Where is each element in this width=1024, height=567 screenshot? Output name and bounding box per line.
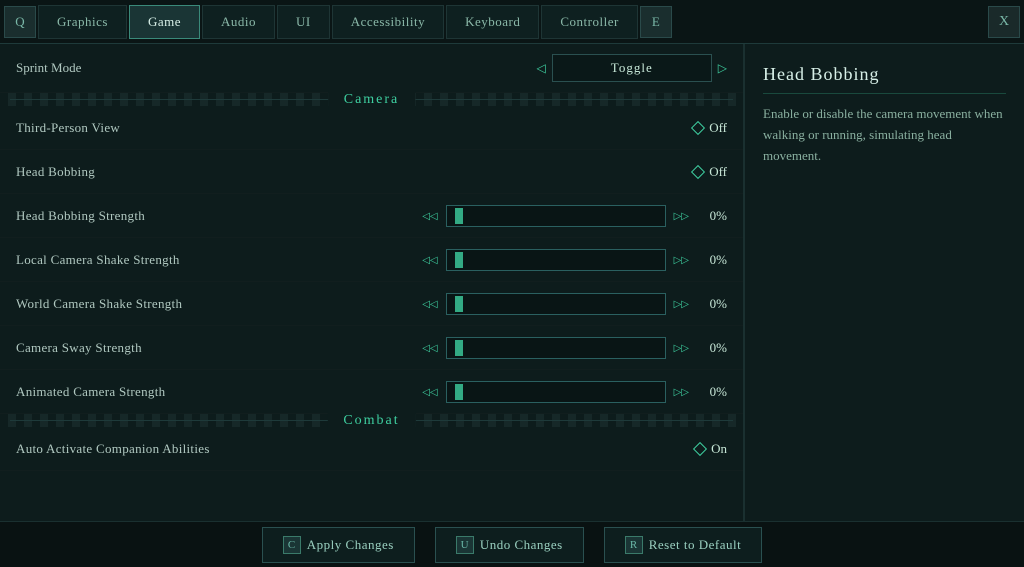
local-camera-shake-label: Local Camera Shake Strength <box>16 252 422 268</box>
slider-right-icon[interactable] <box>674 208 689 224</box>
section-line-right <box>372 99 734 100</box>
apply-key: C <box>283 536 301 554</box>
tab-graphics[interactable]: Graphics <box>38 5 127 39</box>
slider-thumb <box>455 384 463 400</box>
undo-changes-button[interactable]: U Undo Changes <box>435 527 584 563</box>
sprint-mode-row: Sprint Mode Toggle <box>0 44 743 93</box>
slider-track[interactable] <box>446 293 666 315</box>
local-camera-shake-control[interactable]: 0% <box>422 249 727 271</box>
section-line-left <box>10 99 372 100</box>
slider-right-icon[interactable] <box>674 384 689 400</box>
help-title: Head Bobbing <box>763 64 1006 94</box>
apply-changes-button[interactable]: C Apply Changes <box>262 527 415 563</box>
sprint-mode-label: Sprint Mode <box>16 60 537 76</box>
reset-default-button[interactable]: R Reset to Default <box>604 527 762 563</box>
slider-value: 0% <box>697 340 727 356</box>
slider-track[interactable] <box>446 205 666 227</box>
bottom-bar: C Apply Changes U Undo Changes R Reset t… <box>0 521 1024 567</box>
slider-value: 0% <box>697 384 727 400</box>
sprint-prev-icon[interactable] <box>537 61 546 76</box>
sprint-mode-control[interactable]: Toggle <box>537 54 727 82</box>
slider-left-icon[interactable] <box>422 252 437 268</box>
auto-activate-label: Auto Activate Companion Abilities <box>16 441 695 457</box>
slider-left-icon[interactable] <box>422 208 437 224</box>
apply-label: Apply Changes <box>307 537 394 553</box>
settings-panel: Sprint Mode Toggle Camera Third-Person V… <box>0 44 744 521</box>
sprint-value: Toggle <box>552 54 712 82</box>
help-description: Enable or disable the camera movement wh… <box>763 104 1006 166</box>
head-bobbing-control[interactable]: Off <box>693 164 727 180</box>
slider-value: 0% <box>697 208 727 224</box>
head-bobbing-value: Off <box>709 164 727 180</box>
slider-left-icon[interactable] <box>422 384 437 400</box>
slider-left-icon[interactable] <box>422 296 437 312</box>
head-bobbing-strength-control[interactable]: 0% <box>422 205 727 227</box>
animated-camera-control[interactable]: 0% <box>422 381 727 403</box>
head-bobbing-strength-row: Head Bobbing Strength 0% <box>0 194 743 238</box>
head-bobbing-label: Head Bobbing <box>16 164 693 180</box>
sprint-next-icon[interactable] <box>718 61 727 76</box>
animated-camera-row: Animated Camera Strength 0% <box>0 370 743 414</box>
undo-key: U <box>456 536 474 554</box>
head-bobbing-diamond-icon <box>691 164 705 178</box>
tab-keyboard[interactable]: Keyboard <box>446 5 539 39</box>
undo-label: Undo Changes <box>480 537 563 553</box>
nav-left-key[interactable]: Q <box>4 6 36 38</box>
tab-ui[interactable]: UI <box>277 5 330 39</box>
slider-left-icon[interactable] <box>422 340 437 356</box>
auto-activate-control[interactable]: On <box>695 441 727 457</box>
slider-thumb <box>455 296 463 312</box>
main-area: Sprint Mode Toggle Camera Third-Person V… <box>0 44 1024 521</box>
world-camera-shake-row: World Camera Shake Strength 0% <box>0 282 743 326</box>
slider-value: 0% <box>697 252 727 268</box>
help-panel: Head Bobbing Enable or disable the camer… <box>744 44 1024 521</box>
slider-track[interactable] <box>446 381 666 403</box>
section-line-right <box>372 420 734 421</box>
head-bobbing-row: Head Bobbing Off <box>0 150 743 194</box>
tab-accessibility[interactable]: Accessibility <box>332 5 444 39</box>
top-nav: Q Graphics Game Audio UI Accessibility K… <box>0 0 1024 44</box>
world-camera-shake-label: World Camera Shake Strength <box>16 296 422 312</box>
slider-right-icon[interactable] <box>674 340 689 356</box>
animated-camera-label: Animated Camera Strength <box>16 384 422 400</box>
slider-track[interactable] <box>446 337 666 359</box>
tab-audio[interactable]: Audio <box>202 5 275 39</box>
slider-right-icon[interactable] <box>674 296 689 312</box>
auto-activate-row: Auto Activate Companion Abilities On <box>0 427 743 471</box>
head-bobbing-strength-label: Head Bobbing Strength <box>16 208 422 224</box>
third-person-row: Third-Person View Off <box>0 106 743 150</box>
close-button[interactable]: X <box>988 6 1020 38</box>
camera-sway-label: Camera Sway Strength <box>16 340 422 356</box>
slider-thumb <box>455 340 463 356</box>
third-person-control[interactable]: Off <box>693 120 727 136</box>
third-person-value: Off <box>709 120 727 136</box>
nav-right-key[interactable]: E <box>640 6 672 38</box>
third-person-diamond-icon <box>691 120 705 134</box>
reset-key: R <box>625 536 643 554</box>
local-camera-shake-row: Local Camera Shake Strength 0% <box>0 238 743 282</box>
camera-section-header: Camera <box>0 93 743 106</box>
combat-section-header: Combat <box>0 414 743 427</box>
combat-section-label: Combat <box>327 411 415 431</box>
camera-sway-control[interactable]: 0% <box>422 337 727 359</box>
auto-activate-value: On <box>711 441 727 457</box>
slider-thumb <box>455 208 463 224</box>
slider-right-icon[interactable] <box>674 252 689 268</box>
third-person-label: Third-Person View <box>16 120 693 136</box>
camera-sway-row: Camera Sway Strength 0% <box>0 326 743 370</box>
slider-thumb <box>455 252 463 268</box>
slider-track[interactable] <box>446 249 666 271</box>
tab-game[interactable]: Game <box>129 5 200 39</box>
reset-label: Reset to Default <box>649 537 741 553</box>
camera-section-label: Camera <box>328 90 416 110</box>
world-camera-shake-control[interactable]: 0% <box>422 293 727 315</box>
section-line-left <box>10 420 372 421</box>
auto-activate-diamond-icon <box>693 441 707 455</box>
tab-controller[interactable]: Controller <box>541 5 637 39</box>
slider-value: 0% <box>697 296 727 312</box>
